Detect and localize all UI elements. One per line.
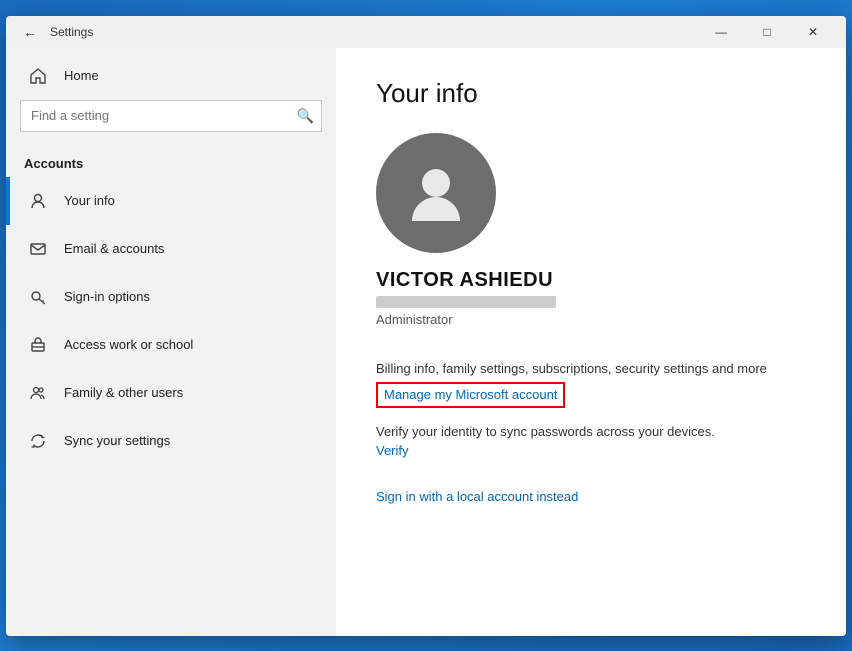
sidebar-item-email-accounts[interactable]: Email & accounts (6, 225, 336, 273)
maximize-button[interactable]: □ (744, 16, 790, 48)
sidebar-item-sync-settings[interactable]: Sync your settings (6, 417, 336, 465)
sidebar: Home 🔍 Accounts Your info (6, 48, 336, 636)
minimize-button[interactable]: — (698, 16, 744, 48)
title-bar: ← Settings — □ ✕ (6, 16, 846, 48)
close-icon: ✕ (808, 25, 818, 39)
back-icon: ← (23, 24, 37, 40)
close-button[interactable]: ✕ (790, 16, 836, 48)
window-title: Settings (50, 25, 698, 39)
avatar-person-icon (402, 159, 470, 227)
section-label: Accounts (6, 146, 336, 177)
sidebar-item-family-users[interactable]: Family & other users (6, 369, 336, 417)
sidebar-item-home[interactable]: Home (6, 52, 336, 100)
person-icon (24, 187, 52, 215)
user-email-blurred (376, 296, 556, 308)
main-content: Your info VICTOR ASHIEDU Administrator B… (336, 48, 846, 636)
family-users-label: Family & other users (64, 385, 183, 400)
manage-link-box: Manage my Microsoft account (376, 382, 565, 408)
email-accounts-label: Email & accounts (64, 241, 164, 256)
sidebar-item-access-work[interactable]: Access work or school (6, 321, 336, 369)
sync-settings-label: Sync your settings (64, 433, 170, 448)
billing-text: Billing info, family settings, subscript… (376, 361, 806, 376)
search-input[interactable] (20, 100, 322, 132)
back-button[interactable]: ← (16, 18, 44, 46)
home-icon (24, 62, 52, 90)
verify-link[interactable]: Verify (376, 443, 806, 458)
maximize-icon: □ (763, 25, 770, 39)
minimize-icon: — (715, 25, 727, 39)
sidebar-item-sign-in-options[interactable]: Sign-in options (6, 273, 336, 321)
email-icon (24, 235, 52, 263)
page-title: Your info (376, 78, 806, 109)
sign-in-options-label: Sign-in options (64, 289, 150, 304)
settings-window: ← Settings — □ ✕ H (6, 16, 846, 636)
group-icon (24, 379, 52, 407)
verify-text: Verify your identity to sync passwords a… (376, 424, 806, 439)
avatar-section: VICTOR ASHIEDU Administrator (376, 133, 806, 343)
access-work-label: Access work or school (64, 337, 193, 352)
local-account-link[interactable]: Sign in with a local account instead (376, 489, 578, 504)
search-box: 🔍 (20, 100, 322, 132)
user-name: VICTOR ASHIEDU (376, 269, 553, 292)
briefcase-icon (24, 331, 52, 359)
manage-microsoft-account-link[interactable]: Manage my Microsoft account (384, 387, 557, 402)
search-icon: 🔍 (297, 107, 314, 124)
sidebar-item-your-info[interactable]: Your info (6, 177, 336, 225)
window-controls: — □ ✕ (698, 16, 836, 48)
sync-icon (24, 427, 52, 455)
your-info-label: Your info (64, 193, 115, 208)
key-icon (24, 283, 52, 311)
content-area: Home 🔍 Accounts Your info (6, 48, 846, 636)
avatar (376, 133, 496, 253)
home-label: Home (64, 68, 99, 83)
user-role: Administrator (376, 312, 453, 327)
